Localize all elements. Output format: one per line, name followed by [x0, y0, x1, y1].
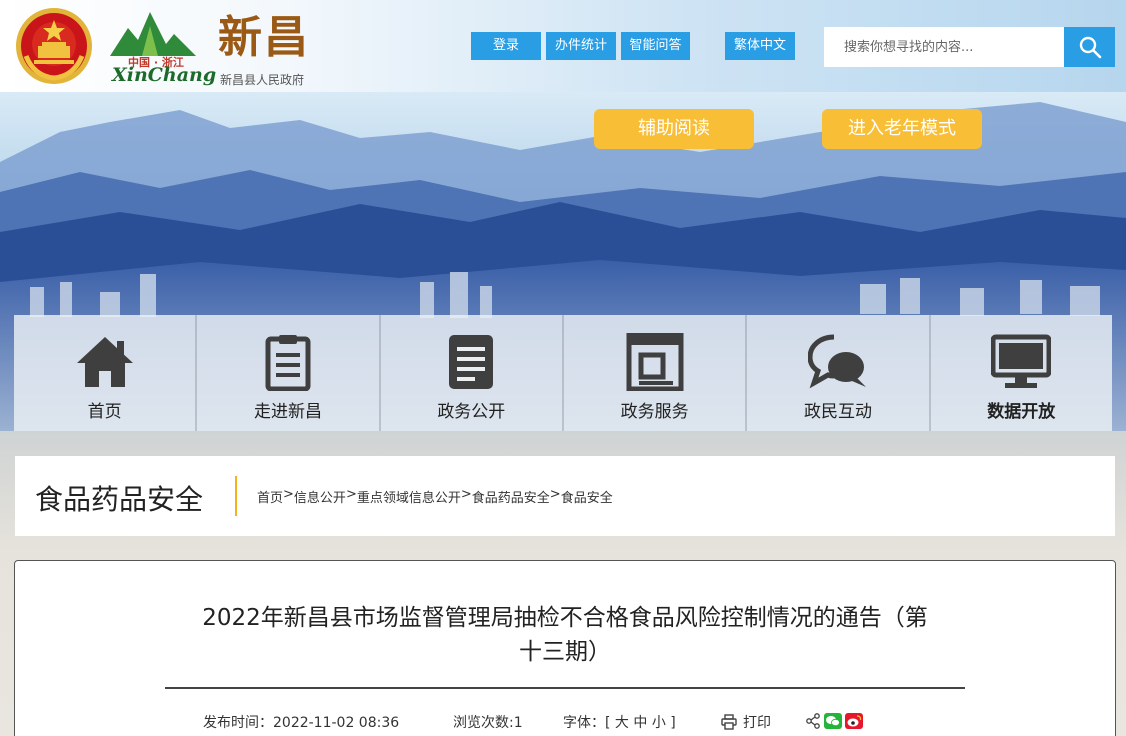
- search-box: [824, 27, 1064, 67]
- search-button[interactable]: [1064, 27, 1115, 67]
- font-small-button[interactable]: 小: [652, 715, 666, 731]
- nav-item-open-data[interactable]: 数据开放: [930, 315, 1112, 431]
- logo-chinese-name: 新昌: [218, 12, 310, 63]
- nav-item-label: 数据开放: [987, 402, 1056, 422]
- breadcrumb-link-food-drug[interactable]: 食品药品安全: [472, 487, 550, 506]
- search-icon: [1079, 36, 1101, 59]
- publish-time-value: 2022-11-02 08:36: [273, 715, 400, 731]
- nav-item-gov-open[interactable]: 政务公开: [380, 315, 564, 431]
- share-bar: [805, 713, 863, 729]
- printer-icon: [721, 714, 737, 730]
- font-medium-button[interactable]: 中: [633, 715, 647, 731]
- nav-item-label: 政务服务: [620, 402, 689, 422]
- chat-icon: [807, 334, 866, 389]
- section-divider: [235, 476, 237, 516]
- breadcrumb-separator: >: [460, 487, 472, 502]
- logo-subtitle: 新昌县人民政府: [220, 73, 305, 87]
- wechat-icon[interactable]: [824, 713, 842, 729]
- site-header: 中国 · 浙江 XinChang 新昌 新昌县人民政府 登录 办件统计 智能问答…: [0, 0, 1126, 92]
- article-title-line-2: 十三期）: [519, 639, 611, 665]
- weibo-icon[interactable]: [845, 713, 863, 729]
- breadcrumb-link-key-areas[interactable]: 重点领域信息公开: [357, 487, 461, 506]
- print-label: 打印: [743, 715, 771, 731]
- nav-item-about[interactable]: 走进新昌: [197, 315, 381, 431]
- section-title: 食品药品安全: [35, 483, 204, 516]
- home-icon: [76, 337, 133, 387]
- stats-button[interactable]: 办件统计: [546, 32, 616, 60]
- publish-time: 发布时间：2022-11-02 08:36: [203, 712, 399, 732]
- breadcrumb-link-info-open[interactable]: 信息公开: [294, 487, 346, 506]
- nav-item-gov-service[interactable]: 政务服务: [563, 315, 748, 431]
- login-button[interactable]: 登录: [471, 32, 541, 60]
- breadcrumb-separator: >: [549, 487, 561, 502]
- nav-item-label: 首页: [87, 402, 122, 422]
- nav-item-label: 政务公开: [437, 402, 506, 422]
- monitor-icon: [991, 334, 1052, 388]
- breadcrumb-separator: >: [283, 487, 294, 502]
- nav-item-interaction[interactable]: 政民互动: [747, 315, 931, 431]
- breadcrumb-link-food-safety[interactable]: 食品安全: [561, 487, 613, 506]
- article-title-line-1: 2022年新昌县市场监督管理局抽检不合格食品风险控制情况的通告（第: [202, 605, 928, 631]
- main-nav: 首页 走进新昌 政务公开 政务服务 政民互动 数据开放: [14, 315, 1112, 431]
- breadcrumb: 首页 > 信息公开 > 重点领域信息公开 > 食品药品安全 > 食品安全: [257, 487, 613, 506]
- nav-item-label: 走进新昌: [253, 402, 322, 422]
- article-panel: 2022年新昌县市场监督管理局抽检不合格食品风险控制情况的通告（第 十三期） 发…: [14, 560, 1116, 736]
- breadcrumb-separator: >: [345, 487, 357, 502]
- national-emblem-icon: [16, 8, 92, 84]
- view-count-value: 1: [513, 715, 523, 731]
- share-icon[interactable]: [805, 713, 821, 729]
- assisted-reading-button[interactable]: 辅助阅读: [594, 109, 754, 149]
- font-large-button[interactable]: 大: [615, 715, 629, 731]
- view-count: 浏览次数:1: [453, 712, 523, 732]
- logo-english-name: XinChang: [112, 64, 217, 86]
- elder-mode-button[interactable]: 进入老年模式: [822, 109, 982, 149]
- publish-time-label: 发布时间：: [203, 715, 273, 731]
- view-count-label: 浏览次数:: [453, 715, 514, 731]
- clipboard-icon: [265, 335, 311, 391]
- article-title: 2022年新昌县市场监督管理局抽检不合格食品风险控制情况的通告（第 十三期）: [165, 601, 965, 669]
- search-input[interactable]: [824, 27, 1064, 67]
- section-header: 食品药品安全 首页 > 信息公开 > 重点领域信息公开 > 食品药品安全 > 食…: [15, 456, 1115, 536]
- qa-button[interactable]: 智能问答: [621, 32, 690, 60]
- font-size-bracket: ]: [670, 715, 676, 731]
- nav-item-home[interactable]: 首页: [14, 315, 198, 431]
- font-size-control: 字体：[ 大 中 小 ]: [563, 712, 676, 732]
- breadcrumb-link-home[interactable]: 首页: [257, 487, 283, 506]
- document-icon: [449, 335, 494, 389]
- title-divider: [165, 687, 965, 689]
- service-icon: [626, 333, 684, 391]
- traditional-chinese-button[interactable]: 繁体中文: [725, 32, 795, 60]
- font-size-label: 字体：[: [563, 715, 611, 731]
- nav-item-label: 政民互动: [803, 402, 872, 422]
- print-button[interactable]: 打印: [721, 712, 771, 732]
